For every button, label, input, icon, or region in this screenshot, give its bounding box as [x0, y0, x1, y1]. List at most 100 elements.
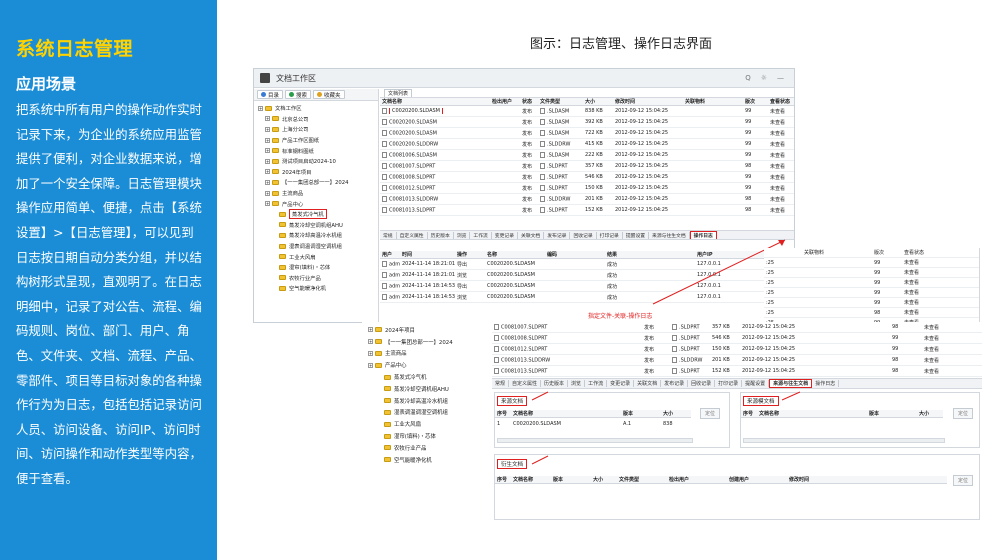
tab-打印记录[interactable]: 打印记录	[715, 380, 743, 387]
table-row[interactable]: :25 99 未查看	[764, 278, 979, 288]
tab-回收记录[interactable]: 回收记录	[688, 380, 716, 387]
tab-历史版本[interactable]: 历史版本	[541, 380, 569, 387]
tree-node[interactable]: + 产品工作区图纸	[258, 135, 374, 146]
tab-来源与往生文档[interactable]: 来源与往生文档	[769, 379, 813, 388]
column-header[interactable]: 结果	[605, 251, 695, 258]
table-row[interactable]: C0081007.SLDPRT 发布 .SLDPRT 357 KB 2012-09-12…	[380, 161, 794, 172]
column-header[interactable]: 大小	[661, 410, 689, 417]
table-row[interactable]: C0081013.SLDPRT 发布 .SLDPRT 152 KB 2012-09-12…	[380, 205, 794, 216]
tree-node[interactable]: 湿表调温调湿空调机组	[368, 407, 486, 419]
column-header[interactable]: 版本	[621, 410, 661, 417]
tab-来源与往生文档[interactable]: 来源与往生文档	[649, 231, 690, 239]
table-row[interactable]: :25 98 未查看	[764, 308, 979, 318]
expand-icon[interactable]: +	[258, 105, 263, 111]
table-row[interactable]: :25 99 未查看	[764, 268, 979, 278]
minimize-icon[interactable]: —	[777, 74, 784, 82]
tree-tab-2[interactable]: 收藏夹	[313, 90, 345, 99]
table-row[interactable]: C0081012.SLDPRT 发布 .SLDPRT 150 KB 2012-09-12…	[492, 344, 982, 355]
tab-操作日志[interactable]: 操作日志	[689, 231, 717, 239]
expand-icon[interactable]: +	[368, 350, 373, 356]
table-row[interactable]: C0081012.SLDPRT 发布 .SLDPRT 150 KB 2012-09-12…	[380, 183, 794, 194]
column-header[interactable]: 用户IP	[695, 251, 735, 258]
tab-关联文档[interactable]: 关联文档	[634, 380, 662, 387]
column-header[interactable]: 大小	[591, 476, 617, 483]
tab-工作流[interactable]: 工作流	[585, 380, 608, 387]
tab-常规[interactable]: 常规	[492, 380, 510, 387]
tab-关联文档[interactable]: 关联文档	[518, 231, 545, 239]
table-row[interactable]: :25 99 未查看	[764, 288, 979, 298]
tree-node[interactable]: +2024年项目	[368, 324, 486, 336]
tab-发布记录[interactable]: 发布记录	[544, 231, 571, 239]
expand-icon[interactable]: +	[265, 169, 270, 175]
table-row[interactable]: 1 C0020200.SLDASM A.1 838	[495, 419, 691, 428]
table-row[interactable]: C0020200.SLDDRW 发布 .SLDDRW 415 KB 2012-09-12…	[380, 139, 794, 150]
expand-icon[interactable]: +	[265, 116, 270, 122]
tab-doc-list[interactable]: 文档列表	[384, 89, 413, 97]
tree-node[interactable]: 湿帘(填料)・芯体	[258, 262, 374, 273]
tree-node[interactable]: + 标准钢料图纸	[258, 145, 374, 156]
column-header[interactable]: 关联物料	[683, 98, 743, 105]
tab-自定义属性[interactable]: 自定义属性	[509, 380, 542, 387]
expand-icon[interactable]: +	[368, 327, 373, 333]
column-header[interactable]: 大小	[583, 98, 613, 105]
tab-提醒设置[interactable]: 提醒设置	[742, 380, 770, 387]
table-row[interactable]: C0020200.SLDASM 发布 .SLDASM 722 KB 2012-09-12…	[380, 128, 794, 139]
tree-node[interactable]: + 主流商品	[368, 348, 486, 360]
h-scrollbar[interactable]	[497, 438, 693, 443]
expand-icon[interactable]: +	[265, 137, 270, 143]
column-header[interactable]: 检出用户	[667, 476, 727, 483]
column-header[interactable]: 版本	[867, 410, 917, 417]
table-row[interactable]: C0081006.SLDASM 发布 .SLDASM 222 KB 2012-09-12…	[380, 150, 794, 161]
table-row[interactable]: C0081013.SLDPRT 发布 .SLDPRT 152 KB 2012-09-12…	[492, 366, 982, 377]
tree-node[interactable]: 蒸发冷却空调机组AHU	[368, 383, 486, 395]
table-row[interactable]: C0020200.SLDASM 发布 .SLDASM 838 KB 2012-09-12…	[380, 106, 794, 117]
column-header[interactable]: 文件类型	[617, 476, 667, 483]
column-header[interactable]: 版次	[743, 98, 768, 105]
table-row[interactable]: C0081008.SLDPRT 发布 .SLDPRT 546 KB 2012-09-12…	[492, 333, 982, 344]
tree-node[interactable]: 蒸发式冷气机	[368, 371, 486, 383]
column-header[interactable]: 状态	[520, 98, 538, 105]
tree-node[interactable]: 工业大风扇	[258, 251, 374, 262]
expand-icon[interactable]: +	[265, 126, 270, 132]
tab-变更记录[interactable]: 变更记录	[607, 380, 635, 387]
locate-button-2[interactable]: 定位	[953, 408, 974, 419]
tree-tab-1[interactable]: 搜索	[285, 90, 312, 99]
tree-node[interactable]: + 【一一集团总部一一】2024	[368, 336, 486, 348]
tree-node[interactable]: 农牧行业产品	[368, 442, 486, 454]
tree-node[interactable]: + 测试项目启动2024-10	[258, 156, 374, 167]
tree-node[interactable]: 空气能暖净化机	[368, 454, 486, 466]
column-header[interactable]: 文件类型	[538, 98, 583, 105]
tree-node[interactable]: + 【一一集团总部一一】2024	[258, 177, 374, 188]
tree-tab-0[interactable]: 目录	[257, 90, 284, 99]
tree-node[interactable]: 蒸发冷却高温冷水机组	[368, 395, 486, 407]
tree-node[interactable]: 农牧行业产品	[258, 273, 374, 284]
tree-node[interactable]: 工业大风扇	[368, 418, 486, 430]
expand-icon[interactable]: +	[265, 190, 270, 196]
column-header[interactable]: 序号	[495, 410, 511, 417]
expand-icon[interactable]: +	[265, 148, 270, 154]
tree-node[interactable]: 湿帘(填料)・芯体	[368, 430, 486, 442]
tree-node[interactable]: + 产品中心	[258, 198, 374, 209]
column-header[interactable]: 序号	[741, 410, 757, 417]
tab-浏览[interactable]: 浏览	[454, 231, 471, 239]
tab-浏览[interactable]: 浏览	[568, 380, 586, 387]
column-header[interactable]: 文档名称	[380, 98, 490, 105]
column-header[interactable]: 用户	[380, 251, 400, 258]
gear-icon[interactable]: ☼	[761, 74, 767, 82]
table-row[interactable]: C0081013.SLDDRW 发布 .SLDDRW 201 KB 2012-09-12…	[380, 194, 794, 205]
table-row[interactable]: C0081008.SLDPRT 发布 .SLDPRT 546 KB 2012-09-12…	[380, 172, 794, 183]
table-row[interactable]: C0081013.SLDDRW 发布 .SLDDRW 201 KB 2012-09-12…	[492, 355, 982, 366]
tree-node[interactable]: + 上海分公司	[258, 124, 374, 135]
table-row[interactable]: C0081007.SLDPRT 发布 .SLDPRT 357 KB 2012-09-12…	[492, 322, 982, 333]
tab-提醒设置[interactable]: 提醒设置	[623, 231, 650, 239]
tab-变更记录[interactable]: 变更记录	[492, 231, 519, 239]
tab-发布记录[interactable]: 发布记录	[661, 380, 689, 387]
log-row[interactable]: admin2024-11-14 18:14:53导出 C0020200.SLDAS…	[380, 281, 794, 292]
tree-node[interactable]: 蒸发冷却空调机组AHU	[258, 220, 374, 231]
log-row[interactable]: admin2024-11-14 18:21:01导出 C0020200.SLDAS…	[380, 259, 794, 270]
column-header[interactable]: 创建用户	[727, 476, 787, 483]
tab-操作日志[interactable]: 操作日志	[812, 380, 840, 387]
h-scrollbar-2[interactable]	[743, 438, 945, 443]
column-header[interactable]: 修改时间	[787, 476, 847, 483]
tree-node[interactable]: +2024年项目	[258, 167, 374, 178]
